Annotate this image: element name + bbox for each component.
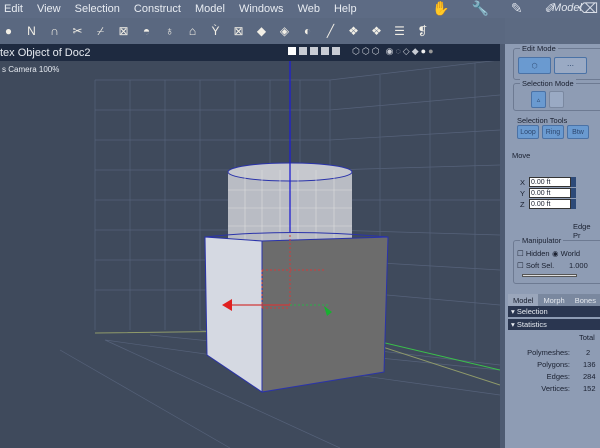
y-field[interactable]: 0.00 ft <box>529 188 571 198</box>
camera-rotate-icon[interactable]: ◌ <box>395 46 400 57</box>
polymeshes-label: Polymeshes: <box>527 348 570 357</box>
menu-web[interactable]: Web <box>298 3 320 15</box>
vertices-value: 152 <box>583 384 596 393</box>
stats-total-header: Total <box>579 333 595 342</box>
3d-viewport[interactable]: s Camera 100% <box>0 61 500 448</box>
x-label: X <box>520 178 526 187</box>
deform-tool-icon[interactable]: ❖ <box>345 22 362 40</box>
edit-mode-vertex-button[interactable]: ⬡ <box>518 57 551 74</box>
selection-section-label: Selection <box>516 307 548 316</box>
align-tool-icon[interactable]: ☰ <box>391 22 408 40</box>
selection-tools-label: Selection Tools <box>517 116 568 125</box>
cube <box>204 232 389 393</box>
twist-tool-icon[interactable]: ❖ <box>368 22 385 40</box>
viewport-header: tex Object of Doc2 ⬡ ⬡ ⬡ ◉ ◌ ◇ ◆ ● ● <box>0 44 500 61</box>
wrench-icon[interactable]: 🔧 <box>471 0 488 17</box>
edge-tool-icon[interactable]: ⌿ <box>92 22 109 40</box>
view-icon[interactable]: ⬡ <box>352 46 360 57</box>
edges-label: Edges: <box>546 372 570 381</box>
scissors-tool-icon[interactable]: ✂ <box>69 22 86 40</box>
polygons-label: Polygons: <box>537 360 570 369</box>
menu-edit[interactable]: Edit <box>4 3 23 15</box>
world-label: World <box>560 249 581 258</box>
edit-mode-other-button[interactable]: ⋯ <box>554 57 587 74</box>
flat-shade-icon[interactable]: ◆ <box>412 46 419 57</box>
soft-sel-label: Soft Sel. <box>525 261 555 270</box>
selection-section-header[interactable]: ▾ Selection <box>508 306 600 317</box>
layout-single-icon[interactable] <box>288 47 296 55</box>
hand-icon[interactable]: ✋ <box>432 0 449 17</box>
viewport-title: tex Object of Doc2 <box>0 46 91 59</box>
magnet-tool-icon[interactable]: ∩ <box>46 22 63 40</box>
x-field[interactable]: 0.00 ft <box>529 177 571 187</box>
shade-tool-icon[interactable]: ◐ <box>299 22 316 40</box>
manipulator-label: Manipulator <box>520 236 564 245</box>
scene <box>59 61 500 448</box>
extrude-tool-icon[interactable]: ⌂ <box>184 22 201 40</box>
goblet-tool-icon[interactable]: Ỳ <box>207 22 224 40</box>
wireframe-icon[interactable]: ◇ <box>403 46 410 57</box>
line-tool-icon[interactable]: ╱ <box>322 22 339 40</box>
layout-four-icon[interactable] <box>321 47 329 55</box>
lathe-tool-icon[interactable]: ♁ <box>161 22 178 40</box>
hidden-checkbox[interactable]: ☐ Hidden <box>517 249 550 258</box>
view-icon[interactable]: ⬡ <box>362 46 370 57</box>
selection-mode-label: Selection Mode <box>520 79 576 88</box>
z-spinner[interactable] <box>571 199 576 209</box>
x-spinner[interactable] <box>571 177 576 187</box>
edit-mode-label: Edit Mode <box>520 44 558 53</box>
bevel-tool-icon[interactable]: ◆ <box>253 22 270 40</box>
edge-label: Edge Pr <box>573 222 591 240</box>
camera-move-icon[interactable]: ◉ <box>386 46 394 57</box>
soft-sel-checkbox[interactable]: ☐ Soft Sel. <box>517 261 554 270</box>
menu-help[interactable]: Help <box>334 3 357 15</box>
layout-buttons <box>288 47 340 55</box>
menu-selection[interactable]: Selection <box>75 3 120 15</box>
statistics-section-header[interactable]: ▾ Statistics <box>508 319 600 330</box>
room-title: Model <box>552 2 582 14</box>
z-field[interactable]: 0.00 ft <box>529 199 571 209</box>
layout-two-icon[interactable] <box>299 47 307 55</box>
statistics-section-label: Statistics <box>516 320 547 329</box>
loop-button[interactable]: Loop <box>517 125 539 139</box>
pencil-icon[interactable]: ✎ <box>511 0 523 17</box>
polyline-tool-icon[interactable]: N <box>23 22 40 40</box>
layout-three-icon[interactable] <box>310 47 318 55</box>
y-spinner[interactable] <box>571 188 576 198</box>
sweep-tool-icon[interactable]: ◈ <box>276 22 293 40</box>
polygons-value: 136 <box>583 360 596 369</box>
vertices-label: Vertices: <box>541 384 570 393</box>
soft-sel-slider[interactable] <box>522 274 577 277</box>
hidden-label: Hidden <box>525 249 550 258</box>
menu-construct[interactable]: Construct <box>134 3 181 15</box>
menu-bar: Edit View Selection Construct Model Wind… <box>0 0 600 18</box>
texture-shade-icon[interactable]: ● <box>428 46 433 57</box>
layout-custom-icon[interactable] <box>332 47 340 55</box>
box-tool-icon[interactable]: ⊠ <box>115 22 132 40</box>
ring-button[interactable]: Ring <box>542 125 564 139</box>
select-vertex-button[interactable]: ▵ <box>531 91 546 108</box>
menu-model[interactable]: Model <box>195 3 225 15</box>
polymeshes-value: 2 <box>586 348 591 357</box>
properties-panel: Edit Mode ⬡ ⋯ Selection Mode ▵ Selection… <box>505 44 600 448</box>
select-edge-button[interactable] <box>549 91 564 108</box>
z-label: Z <box>520 200 525 209</box>
smooth-shade-icon[interactable]: ● <box>421 46 426 57</box>
edges-value: 284 <box>583 372 596 381</box>
toolbar: ● N ∩ ✂ ⌿ ⊠ ◓ ♁ ⌂ Ỳ ⊠ ◆ ◈ ◐ ╱ ❖ ❖ ☰ ❡ <box>0 18 505 44</box>
y-label: Y <box>520 189 526 198</box>
between-button[interactable]: Btw <box>567 125 589 139</box>
bend-tool-icon[interactable]: ❡ <box>414 22 431 40</box>
menu-view[interactable]: View <box>37 3 61 15</box>
soft-sel-value: 1.000 <box>569 261 588 270</box>
sphere-tool-icon[interactable]: ● <box>0 22 17 40</box>
dome-tool-icon[interactable]: ◓ <box>138 22 155 40</box>
view-icon[interactable]: ⬡ <box>372 46 380 57</box>
world-radio[interactable]: ◉ World <box>552 249 580 258</box>
frame-tool-icon[interactable]: ⊠ <box>230 22 247 40</box>
menu-windows[interactable]: Windows <box>239 3 284 15</box>
camera-label: s Camera 100% <box>2 65 60 74</box>
move-label: Move <box>512 151 531 160</box>
